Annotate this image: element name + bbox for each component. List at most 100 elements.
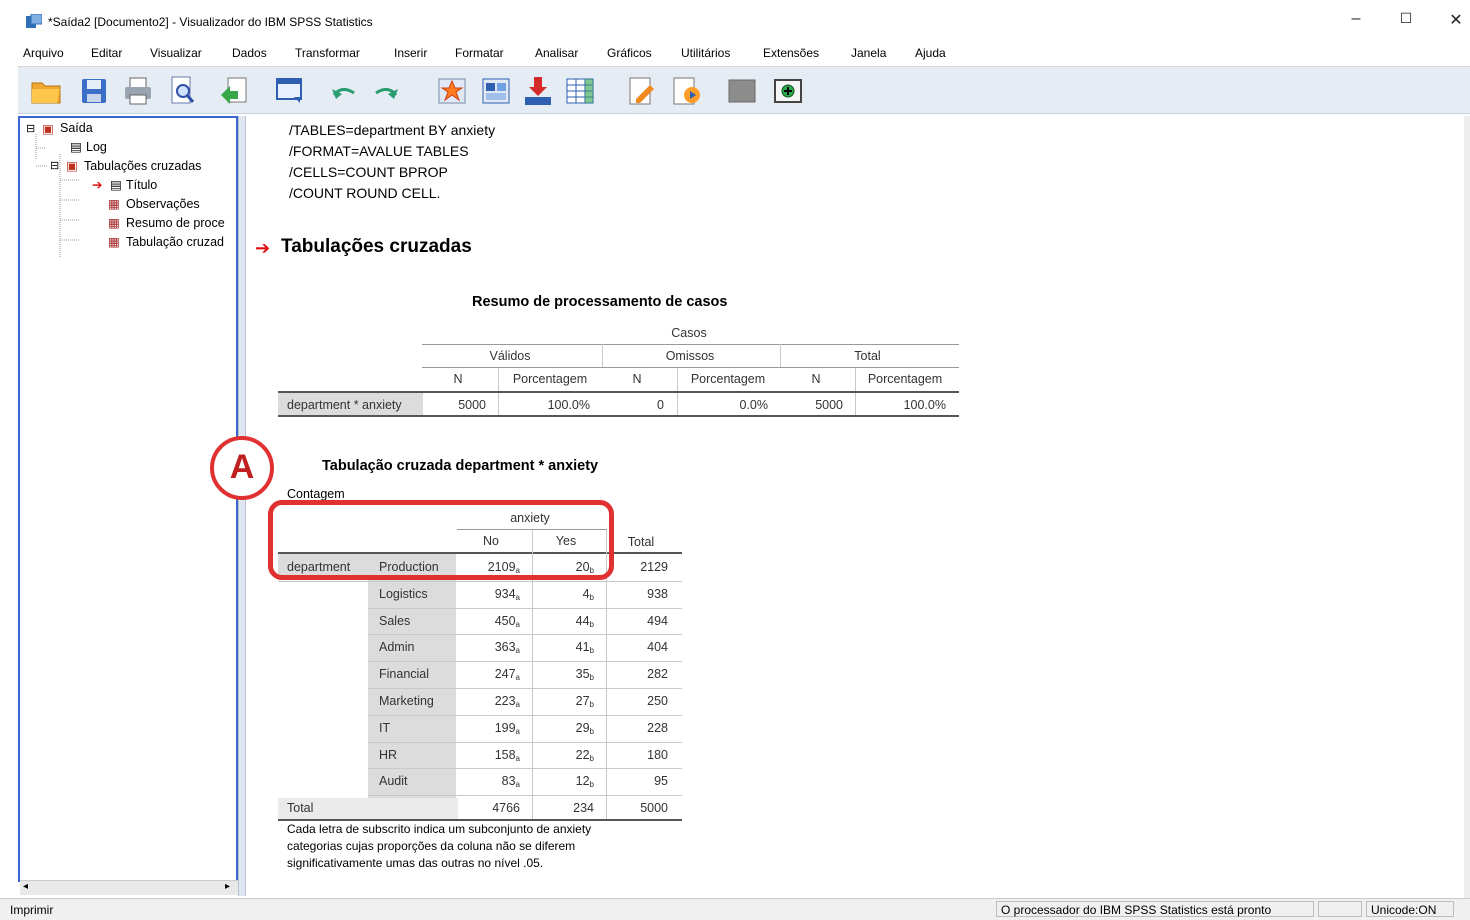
subscript: b: [589, 646, 594, 655]
subscript: a: [515, 727, 520, 736]
menu-janela[interactable]: Janela: [851, 46, 886, 60]
contagem-label: Contagem: [287, 487, 345, 501]
header-casos: Casos: [671, 326, 707, 340]
cell-total: 938: [647, 587, 668, 601]
menu-utilitarios[interactable]: Utilitários: [681, 46, 730, 60]
tree-item-tabulacao[interactable]: Tabulação cruzad: [126, 234, 224, 250]
tree-item-log[interactable]: Log: [86, 139, 107, 155]
total-yes: 234: [573, 801, 594, 815]
row-divider: [368, 768, 682, 769]
menu-arquivo[interactable]: Arquivo: [23, 46, 64, 60]
row-divider: [368, 634, 682, 635]
collapse-icon[interactable]: ⊟: [26, 121, 35, 137]
menu-extensoes[interactable]: Extensões: [763, 46, 819, 60]
subscript: b: [589, 593, 594, 602]
row-label: Admin: [379, 640, 415, 654]
print-preview-icon[interactable]: [166, 75, 198, 107]
menu-dados[interactable]: Dados: [232, 46, 267, 60]
row-divider: [368, 795, 682, 796]
current-arrow-icon: ➔: [92, 178, 103, 192]
row-divider: [368, 661, 682, 662]
cell-no: 158a: [494, 748, 520, 763]
cell-yes: 27b: [575, 694, 594, 709]
menu-ajuda[interactable]: Ajuda: [915, 46, 946, 60]
menu-inserir[interactable]: Inserir: [394, 46, 427, 60]
total-n: 5000: [815, 398, 843, 412]
header-total: Total: [854, 349, 881, 363]
maximize-button[interactable]: ☐: [1391, 10, 1421, 27]
goto-variable-icon[interactable]: [480, 75, 512, 107]
cell-no: 199a: [494, 721, 520, 736]
edit-icon[interactable]: [626, 75, 658, 107]
row-label: Sales: [379, 614, 411, 628]
collapse-icon[interactable]: ⊟: [50, 158, 59, 174]
tree-item-crosstabs[interactable]: Tabulações cruzadas: [84, 158, 201, 174]
subscript: a: [515, 673, 520, 682]
section-title: Tabulações cruzadas: [281, 236, 472, 257]
tree-item-resumo[interactable]: Resumo de proce: [126, 215, 225, 231]
minimize-button[interactable]: –: [1341, 10, 1371, 28]
syntax-line: /COUNT ROUND CELL.: [289, 185, 441, 201]
cell-yes: 35b: [575, 667, 594, 682]
row-label: Logistics: [379, 587, 428, 601]
header-omissos: Omissos: [665, 349, 715, 363]
toolbar: [18, 67, 1470, 114]
header-pct: Porcentagem: [690, 372, 766, 386]
insert-chart-icon[interactable]: [670, 75, 702, 107]
row-label: IT: [379, 721, 391, 735]
row-label: HR: [379, 748, 398, 762]
header-pct: Porcentagem: [867, 372, 943, 386]
divider: [422, 344, 959, 345]
export-icon[interactable]: [218, 75, 250, 107]
annotation-label: A: [229, 448, 255, 486]
header-n: N: [453, 372, 463, 386]
row-label: Financial: [379, 667, 430, 681]
scroll-left-icon[interactable]: ◂: [23, 881, 28, 892]
summary-row-label: department * anxiety: [287, 398, 402, 412]
tree-item-saida[interactable]: Saída: [60, 120, 93, 136]
row-divider: [368, 715, 682, 716]
footnote: categorias cujas proporções da coluna nã…: [287, 839, 576, 853]
save-icon[interactable]: [78, 75, 110, 107]
goto-case-icon[interactable]: [436, 75, 468, 107]
print-icon[interactable]: [122, 75, 154, 107]
undo-icon[interactable]: [328, 75, 360, 107]
summary-table-title: Resumo de processamento de casos: [472, 294, 728, 310]
subscript: b: [589, 754, 594, 763]
menu-graficos[interactable]: Gráficos: [607, 46, 652, 60]
menu-editar[interactable]: Editar: [91, 46, 122, 60]
close-button[interactable]: ✕: [1441, 10, 1470, 30]
divider: [602, 344, 603, 368]
add-icon[interactable]: [772, 75, 804, 107]
total-total: 5000: [640, 801, 668, 815]
tree-horizontal-scrollbar[interactable]: ◂ ▸: [20, 880, 238, 895]
vertical-scrollbar[interactable]: [1464, 116, 1470, 898]
subscript: b: [589, 673, 594, 682]
row-divider: [278, 581, 682, 582]
pane-splitter[interactable]: [238, 116, 246, 896]
subscript: b: [589, 620, 594, 629]
insert-variable-icon[interactable]: [522, 75, 554, 107]
designate-window-icon[interactable]: [726, 75, 758, 107]
cell-no: 934a: [494, 587, 520, 602]
syntax-line: /TABLES=department BY anxiety: [289, 122, 496, 138]
subscript: a: [515, 700, 520, 709]
outline-pane[interactable]: ⊟ ▣ Saída ▤ Log ⊟ ▣ Tabulações cruzadas …: [18, 116, 238, 882]
subscript: a: [515, 620, 520, 629]
subscript: a: [515, 593, 520, 602]
scroll-right-icon[interactable]: ▸: [225, 881, 230, 892]
tree-item-observacoes[interactable]: Observações: [126, 196, 200, 212]
menu-bar: Arquivo Editar Visualizar Dados Transfor…: [18, 44, 1470, 67]
syntax-line: /CELLS=COUNT BPROP: [289, 164, 448, 180]
menu-analisar[interactable]: Analisar: [535, 46, 578, 60]
subscript: b: [589, 700, 594, 709]
menu-visualizar[interactable]: Visualizar: [150, 46, 202, 60]
menu-formatar[interactable]: Formatar: [455, 46, 504, 60]
subscript: b: [589, 727, 594, 736]
open-icon[interactable]: [30, 75, 62, 107]
recall-dialog-icon[interactable]: [274, 75, 306, 107]
redo-icon[interactable]: [370, 75, 402, 107]
tree-item-titulo[interactable]: Título: [126, 177, 157, 193]
split-icon[interactable]: [564, 75, 596, 107]
menu-transformar[interactable]: Transformar: [295, 46, 360, 60]
